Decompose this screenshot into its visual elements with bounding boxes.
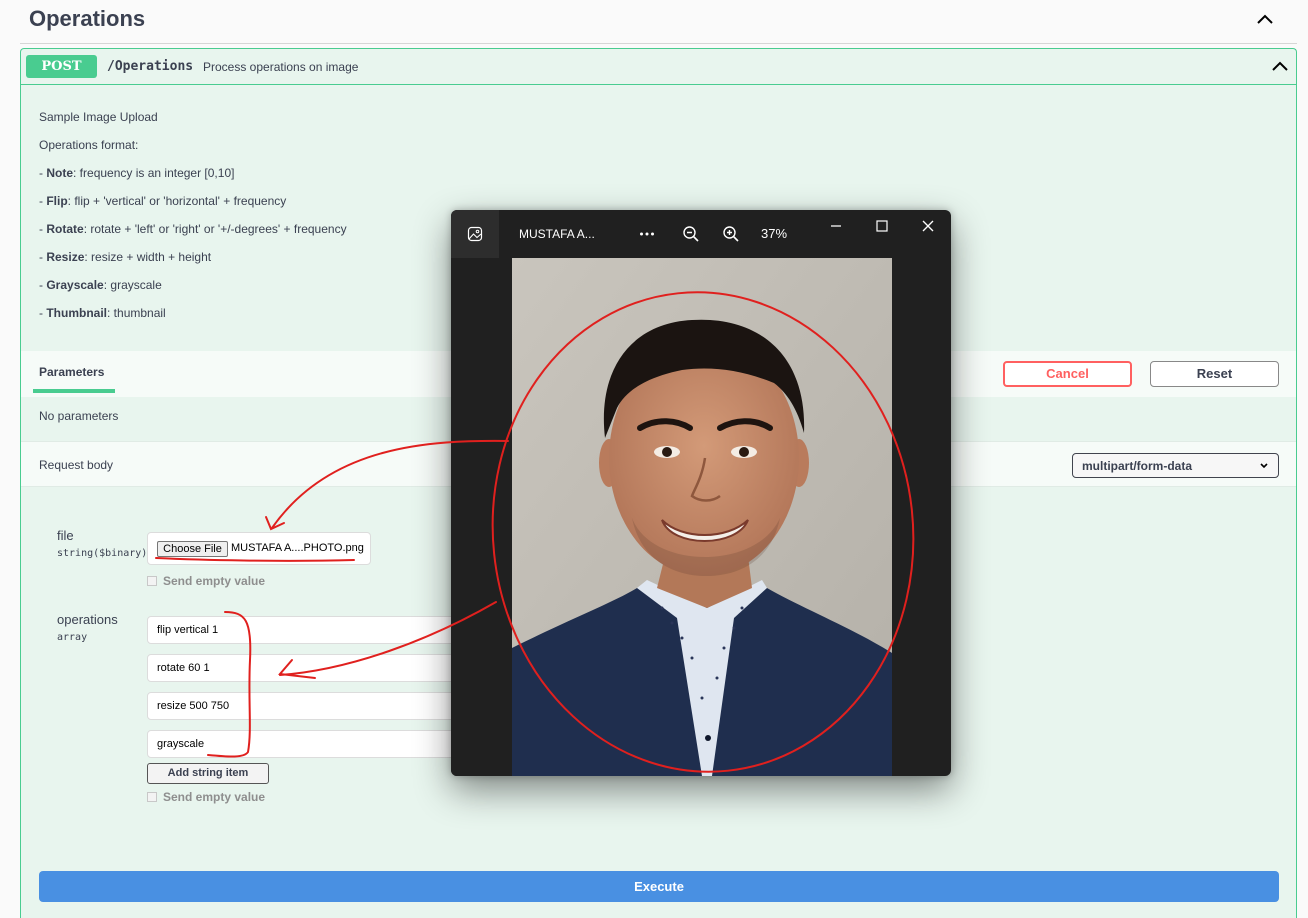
red-annotations — [155, 291, 915, 773]
annotation-overlay — [155, 291, 915, 773]
